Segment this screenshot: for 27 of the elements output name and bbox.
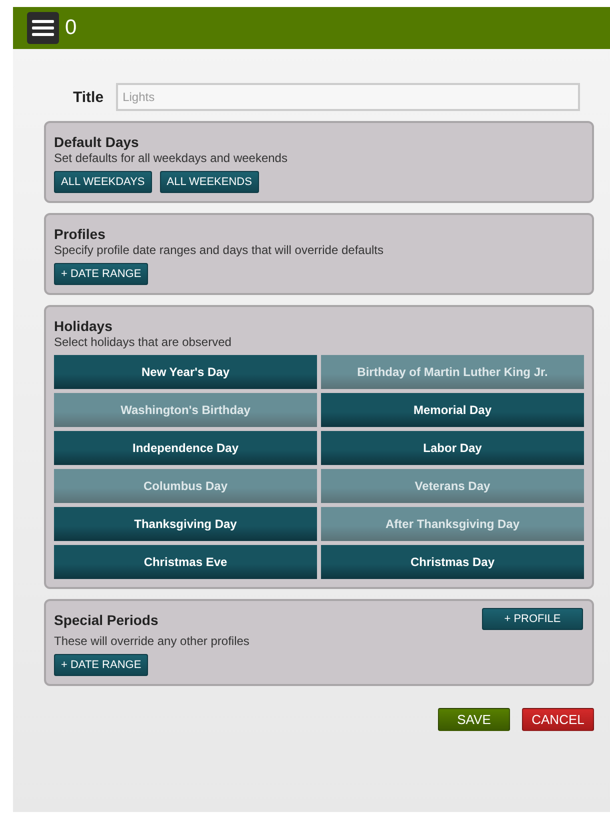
section-title: Special Periods <box>54 612 158 628</box>
menu-button[interactable] <box>27 12 59 44</box>
section-description: Select holidays that are observed <box>54 335 232 349</box>
holiday-toggle[interactable]: Thanksgiving Day <box>54 507 317 541</box>
title-field[interactable]: Lights <box>116 83 580 111</box>
action-button[interactable]: + DATE RANGE <box>54 654 148 676</box>
cancel-button[interactable]: CANCEL <box>522 708 594 731</box>
section-description: Set defaults for all weekdays and weekends <box>54 151 288 165</box>
section-title: Holidays <box>54 318 112 334</box>
holiday-toggle[interactable]: Labor Day <box>321 431 584 465</box>
action-button[interactable]: + DATE RANGE <box>54 263 148 285</box>
holiday-toggle[interactable]: New Year's Day <box>54 355 317 389</box>
header-title: 0 <box>65 16 77 40</box>
holiday-toggle[interactable]: Independence Day <box>54 431 317 465</box>
field-label: Title <box>73 88 104 106</box>
action-button[interactable]: ALL WEEKENDS <box>160 171 259 193</box>
section-description: Specify profile date ranges and days that will override defaults <box>54 243 384 257</box>
holiday-toggle[interactable]: Christmas Day <box>321 545 584 579</box>
action-button[interactable]: ALL WEEKDAYS <box>54 171 152 193</box>
menu-icon <box>32 19 54 37</box>
section-description: These will override any other profiles <box>54 634 250 648</box>
section-title: Default Days <box>54 134 139 150</box>
section-title: Profiles <box>54 226 106 242</box>
add-profile-button[interactable]: + PROFILE <box>482 608 583 630</box>
save-button[interactable]: SAVE <box>438 708 510 731</box>
holiday-toggle[interactable]: Memorial Day <box>321 393 584 427</box>
holiday-toggle[interactable]: Christmas Eve <box>54 545 317 579</box>
